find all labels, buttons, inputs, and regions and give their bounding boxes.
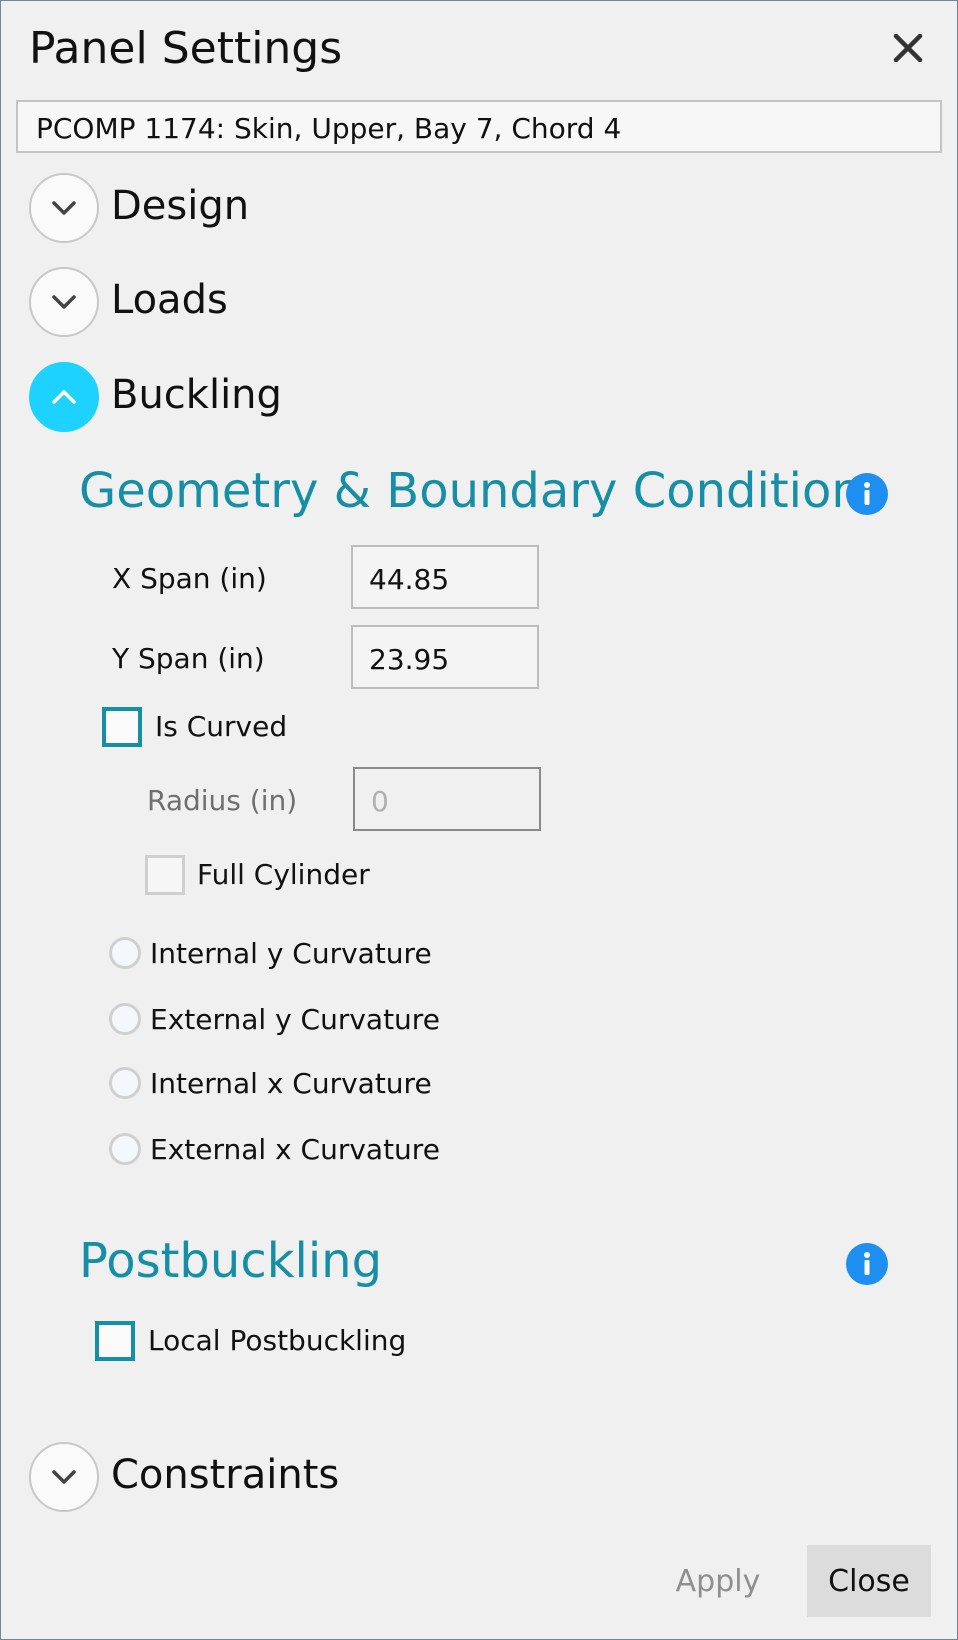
section-design[interactable]: Design [29, 173, 329, 243]
section-constraints-label: Constraints [111, 1452, 340, 1498]
x-span-input[interactable]: 44.85 [351, 545, 539, 609]
section-buckling-label: Buckling [111, 372, 282, 418]
full-cylinder-label: Full Cylinder [197, 858, 370, 891]
is-curved-checkbox[interactable] [102, 707, 142, 747]
radio-external-x-curvature[interactable] [109, 1133, 141, 1165]
info-icon[interactable] [846, 1243, 888, 1285]
internal-x-curvature-label: Internal x Curvature [150, 1067, 432, 1100]
info-icon[interactable] [846, 473, 888, 515]
postbuckling-heading: Postbuckling [79, 1233, 383, 1289]
section-buckling[interactable]: Buckling [29, 362, 329, 432]
internal-y-curvature-label: Internal y Curvature [150, 937, 432, 970]
close-button[interactable]: Close [807, 1545, 931, 1617]
section-constraints[interactable]: Constraints [29, 1442, 349, 1512]
radius-input[interactable]: 0 [353, 767, 541, 831]
y-span-label: Y Span (in) [112, 642, 265, 675]
apply-button[interactable]: Apply [661, 1545, 775, 1617]
radio-internal-x-curvature[interactable] [109, 1067, 141, 1099]
dialog-title: Panel Settings [29, 23, 343, 74]
is-curved-label: Is Curved [155, 710, 288, 743]
full-cylinder-checkbox[interactable] [145, 855, 185, 895]
chevron-down-icon[interactable] [29, 1442, 99, 1512]
radio-external-y-curvature[interactable] [109, 1003, 141, 1035]
panel-name-field[interactable]: PCOMP 1174: Skin, Upper, Bay 7, Chord 4 [16, 100, 942, 153]
y-span-input[interactable]: 23.95 [351, 625, 539, 689]
radio-internal-y-curvature[interactable] [109, 937, 141, 969]
section-loads[interactable]: Loads [29, 267, 329, 337]
section-design-label: Design [111, 183, 250, 229]
external-y-curvature-label: External y Curvature [150, 1003, 440, 1036]
geometry-heading: Geometry & Boundary Conditions [79, 463, 887, 519]
radius-label: Radius (in) [147, 784, 298, 817]
x-span-label: X Span (in) [112, 562, 267, 595]
local-postbuckling-checkbox[interactable] [95, 1321, 135, 1361]
external-x-curvature-label: External x Curvature [150, 1133, 440, 1166]
close-icon[interactable] [891, 31, 925, 65]
chevron-down-icon[interactable] [29, 173, 99, 243]
chevron-up-icon[interactable] [29, 362, 99, 432]
section-loads-label: Loads [111, 277, 228, 323]
local-postbuckling-label: Local Postbuckling [148, 1324, 407, 1357]
chevron-down-icon[interactable] [29, 267, 99, 337]
panel-settings-dialog: Panel Settings PCOMP 1174: Skin, Upper, … [0, 0, 958, 1640]
